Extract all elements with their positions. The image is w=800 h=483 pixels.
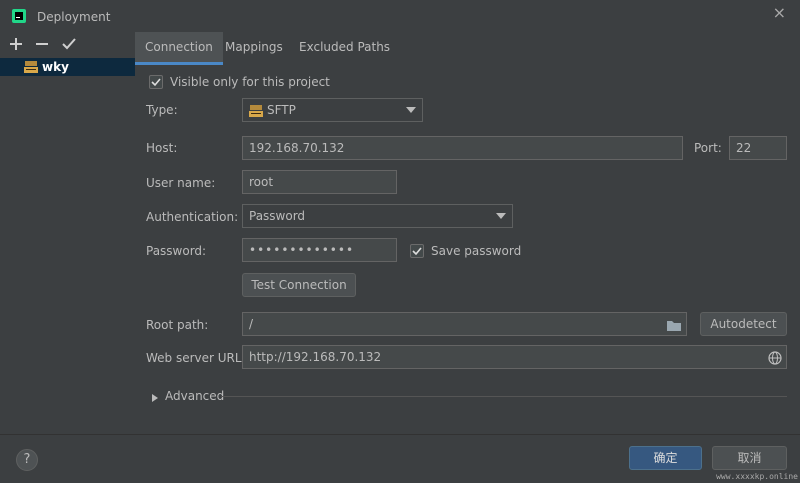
host-input[interactable]: 192.168.70.132 [242, 136, 683, 160]
root-path-value: / [249, 317, 254, 331]
save-password-label: Save password [431, 244, 522, 258]
tab-bar: Connection Mappings Excluded Paths [135, 32, 800, 65]
chevron-down-icon [406, 107, 416, 113]
tab-mappings[interactable]: Mappings [215, 32, 293, 65]
remove-icon[interactable] [32, 34, 52, 54]
server-toolbar [0, 32, 135, 58]
type-dropdown[interactable]: SFTP [242, 98, 423, 122]
connection-panel: Visible only for this project Type: SFTP… [135, 65, 800, 434]
check-icon[interactable] [59, 34, 79, 54]
chevron-down-icon [496, 213, 506, 219]
expand-triangle-icon[interactable] [151, 392, 159, 406]
username-label: User name: [146, 176, 216, 190]
auth-dropdown[interactable]: Password [242, 204, 513, 228]
server-item-wky[interactable]: wky [0, 58, 135, 76]
password-input[interactable]: ••••••••••••• [242, 238, 397, 262]
type-value: SFTP [267, 103, 296, 117]
cancel-button[interactable]: 取消 [712, 446, 787, 470]
tab-excluded-paths[interactable]: Excluded Paths [289, 32, 400, 65]
save-password-checkbox[interactable] [410, 244, 424, 258]
root-path-input[interactable]: / [242, 312, 687, 336]
close-icon[interactable]: × [773, 3, 786, 22]
pycharm-icon [12, 9, 26, 23]
auth-label: Authentication: [146, 210, 239, 224]
sftp-server-icon [24, 60, 38, 74]
web-url-input[interactable]: http://192.168.70.132 [242, 345, 787, 369]
web-url-label: Web server URL: [146, 351, 246, 365]
auth-value: Password [249, 209, 306, 223]
sftp-icon [249, 103, 263, 125]
add-icon[interactable] [6, 34, 26, 54]
port-label: Port: [694, 141, 722, 155]
folder-icon[interactable] [666, 317, 682, 335]
globe-icon[interactable] [768, 350, 782, 368]
advanced-label[interactable]: Advanced [165, 389, 224, 403]
server-list: wky [0, 58, 136, 434]
ok-button[interactable]: 确定 [629, 446, 702, 470]
visible-only-checkbox[interactable] [149, 75, 163, 89]
tab-connection[interactable]: Connection [135, 32, 223, 65]
separator [221, 396, 787, 397]
root-path-label: Root path: [146, 318, 209, 332]
title-bar: Deployment × [0, 0, 800, 32]
type-label: Type: [146, 103, 178, 117]
port-input[interactable]: 22 [729, 136, 787, 160]
watermark-text: www.xxxxkp.online [716, 472, 798, 481]
host-label: Host: [146, 141, 178, 155]
web-url-value: http://192.168.70.132 [249, 350, 382, 364]
visible-only-label: Visible only for this project [170, 75, 330, 89]
username-input[interactable]: root [242, 170, 397, 194]
password-label: Password: [146, 244, 207, 258]
test-connection-button[interactable]: Test Connection [242, 273, 356, 297]
window-title: Deployment [37, 10, 111, 24]
dialog-footer: ? 确定 取消 www.xxxxkp.online [0, 434, 800, 483]
server-item-label: wky [42, 60, 69, 74]
help-icon[interactable]: ? [16, 449, 38, 471]
autodetect-button[interactable]: Autodetect [700, 312, 787, 336]
